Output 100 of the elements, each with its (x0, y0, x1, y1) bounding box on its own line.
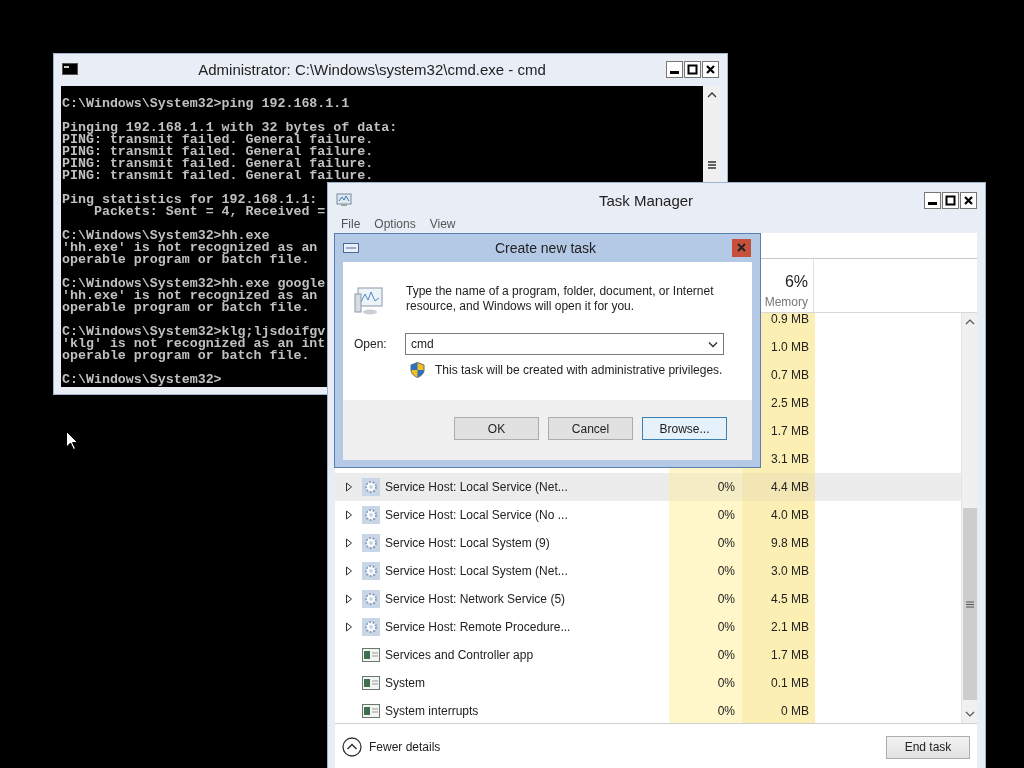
process-row[interactable]: Service Host: Remote Procedure... 0% 2.1 MB (335, 613, 961, 641)
open-label: Open: (354, 337, 388, 351)
menu-item[interactable]: File (341, 217, 361, 233)
memory-value: 0.1 MB (771, 676, 809, 690)
open-combo-field[interactable]: cmd (405, 333, 724, 355)
memory-value: 1.7 MB (771, 424, 809, 438)
scrollbar[interactable] (961, 313, 977, 723)
dialog-message: Type the name of a program, folder, document, or Internet resource, and Windows will open it for you. (406, 284, 715, 314)
expand-icon[interactable] (345, 510, 353, 520)
window-icon (362, 703, 380, 719)
expand-icon[interactable] (345, 594, 353, 604)
memory-value: 9.8 MB (771, 536, 809, 550)
memory-value: 1.0 MB (771, 340, 809, 354)
gear-icon (362, 562, 380, 580)
process-row[interactable]: Service Host: Local System (9) 0% 9.8 MB (335, 529, 961, 557)
menu-item[interactable]: View (429, 217, 456, 233)
console-icon (62, 63, 78, 75)
process-name: System (385, 676, 425, 690)
process-row[interactable]: Services and Controller app 0% 1.7 MB (335, 641, 961, 669)
process-name: Services and Controller app (385, 648, 534, 662)
fewer-details-label[interactable]: Fewer details (369, 740, 441, 754)
process-row[interactable]: Service Host: Local System (Net... 0% 3.0 MB (335, 557, 961, 585)
memory-value: 3.0 MB (771, 564, 809, 578)
dialog-button[interactable]: Browse... (642, 417, 727, 440)
column-value: 6% (784, 273, 808, 291)
expand-icon[interactable] (345, 622, 353, 632)
process-name: Service Host: Local Service (No ... (385, 508, 568, 522)
window-icon (362, 647, 380, 663)
console-line: PING: transmit failed. General failure. (62, 170, 374, 182)
scroll-up-icon[interactable] (964, 318, 975, 326)
computer-icon (354, 286, 384, 316)
end-task-button[interactable]: End task (886, 735, 970, 759)
process-name: Service Host: Remote Procedure... (385, 620, 571, 634)
expand-icon[interactable] (345, 538, 353, 548)
process-name: Service Host: Local System (9) (385, 536, 550, 550)
process-name: Service Host: Local Service (Net... (385, 480, 568, 494)
maximize-button[interactable] (684, 60, 701, 78)
scroll-down-icon[interactable] (964, 710, 975, 718)
run-icon (343, 243, 359, 253)
gear-icon (362, 618, 380, 636)
memory-value: 0.9 MB (771, 313, 809, 326)
memory-value: 4.0 MB (771, 508, 809, 522)
close-button[interactable] (702, 60, 719, 78)
minimize-button[interactable] (666, 60, 683, 78)
scroll-grip-icon[interactable] (965, 600, 974, 608)
scroll-grip-icon[interactable] (706, 161, 717, 169)
shield-icon (410, 362, 425, 378)
fewer-details-link[interactable]: Fewer details (342, 737, 441, 757)
process-name: System interrupts (385, 704, 479, 718)
console-line: C:\Windows\System32> (62, 374, 222, 386)
minimize-button[interactable] (924, 191, 941, 209)
scroll-thumb[interactable] (962, 508, 977, 700)
memory-value: 4.4 MB (771, 480, 809, 494)
console-line: operable program or batch file. (62, 254, 310, 266)
mouse-pointer-icon (66, 431, 78, 450)
console-line: PING: transmit failed. General failure. (62, 146, 374, 158)
window-title: Administrator: C:\Windows\system32\cmd.exe - cmd (198, 60, 546, 78)
console-line: Packets: Sent = 4, Received = (93, 206, 326, 218)
console-line: 'hh.exe' is not recognized as an (62, 290, 318, 302)
gear-icon (362, 590, 380, 608)
dropdown-icon[interactable] (708, 340, 718, 348)
cpu-value: 0% (717, 592, 735, 606)
gear-icon (362, 478, 380, 496)
cpu-value: 0% (717, 564, 735, 578)
console-line: C:\Windows\System32>hh.exe (62, 230, 270, 242)
process-row[interactable]: System 0% 0.1 MB (335, 669, 961, 697)
dialog-title: Create new task (494, 240, 597, 256)
memory-value: 1.7 MB (771, 648, 809, 662)
dialog-button[interactable]: Cancel (548, 417, 633, 440)
privilege-note: This task will be created with administrative privileges. (435, 363, 723, 377)
console-line: PING: transmit failed. General failure. (62, 158, 374, 170)
console-line: operable program or batch file. (62, 302, 310, 314)
process-row[interactable]: Service Host: Network Service (5) 0% 4.5 MB (335, 585, 961, 613)
memory-value: 3.1 MB (771, 452, 809, 466)
scroll-up-icon[interactable] (706, 91, 717, 99)
memory-value: 4.5 MB (771, 592, 809, 606)
window-icon (362, 675, 380, 691)
console-line: Pinging 192.168.1.1 with 32 bytes of data: (62, 122, 398, 134)
cpu-value: 0% (717, 648, 735, 662)
close-button[interactable] (960, 191, 977, 209)
gear-icon (362, 506, 380, 524)
expand-icon[interactable] (345, 482, 353, 492)
memory-value: 2.5 MB (771, 396, 809, 410)
cpu-value: 0% (717, 480, 735, 494)
cpu-value: 0% (717, 620, 735, 634)
process-row[interactable]: System interrupts 0% 0 MB (335, 697, 961, 723)
column-header[interactable]: Memory (764, 295, 808, 309)
cpu-value: 0% (717, 704, 735, 718)
console-line: PING: transmit failed. General failure. (62, 134, 374, 146)
cpu-value: 0% (717, 536, 735, 550)
expand-icon[interactable] (345, 566, 353, 576)
memory-value: 2.1 MB (771, 620, 809, 634)
menu-item[interactable]: Options (374, 217, 416, 233)
console-line: C:\Windows\System32>hh.exe google (62, 278, 326, 290)
window-title: Task Manager (598, 191, 694, 209)
process-row[interactable]: Service Host: Local Service (No ... 0% 4.0 MB (335, 501, 961, 529)
dialog-button[interactable]: OK (454, 417, 539, 440)
maximize-button[interactable] (942, 191, 959, 209)
process-name: Service Host: Network Service (5) (385, 592, 566, 606)
collapse-icon[interactable] (342, 737, 362, 757)
